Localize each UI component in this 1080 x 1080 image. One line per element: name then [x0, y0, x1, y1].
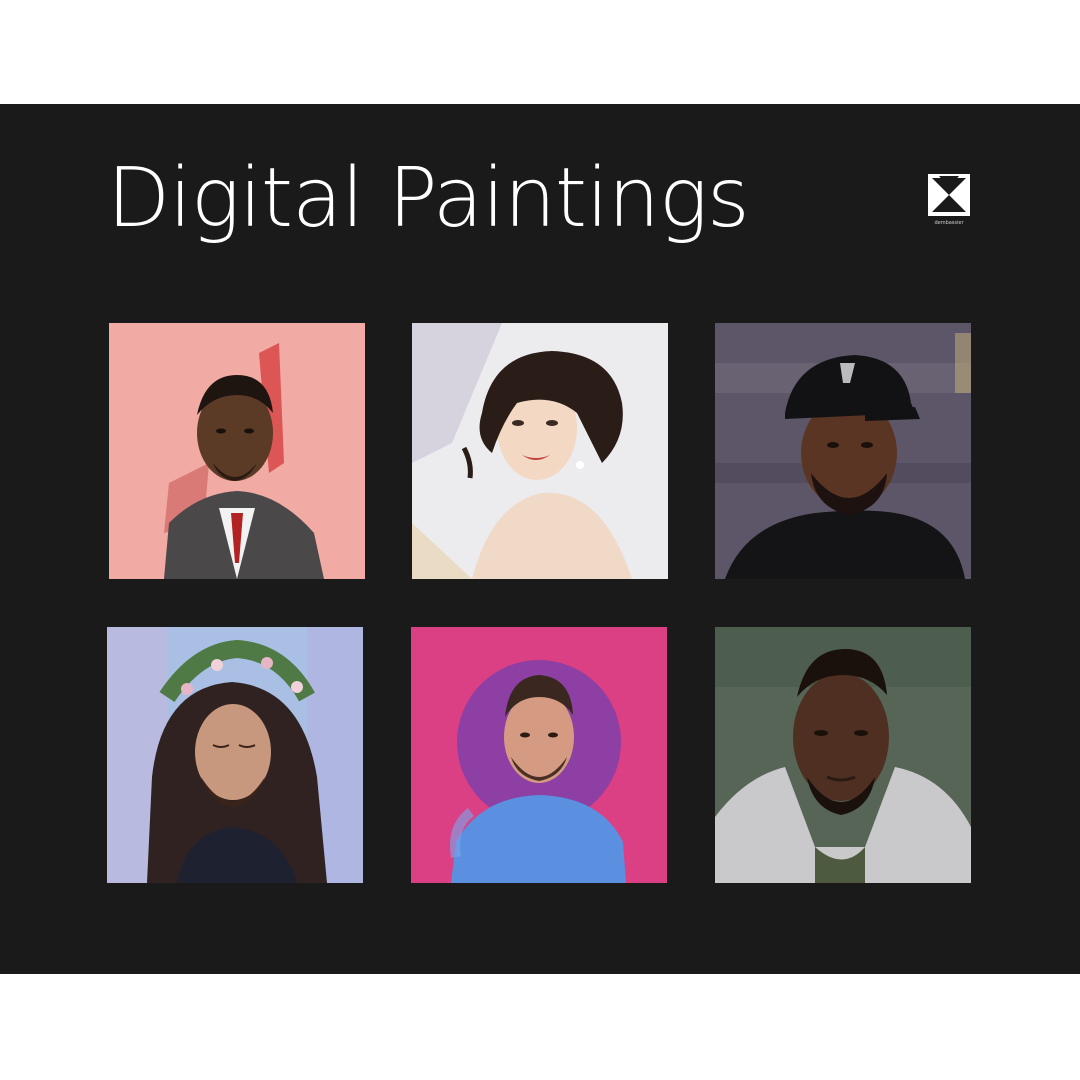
painting-thumbnail-2[interactable] — [412, 323, 668, 579]
portrait-painting-image — [107, 627, 363, 883]
painting-thumbnail-4[interactable] — [107, 627, 363, 883]
gallery-panel: Digital Paintings dembassier — [0, 104, 1080, 974]
portrait-painting-image — [109, 323, 365, 579]
page-title: Digital Paintings — [107, 151, 750, 246]
portrait-painting-image — [715, 323, 971, 579]
portrait-painting-image — [412, 323, 668, 579]
brand-logo-caption: dembassier — [934, 220, 964, 226]
painting-thumbnail-1[interactable] — [109, 323, 365, 579]
brand-logo-icon — [928, 174, 970, 216]
painting-thumbnail-6[interactable] — [715, 627, 971, 883]
portrait-painting-image — [715, 627, 971, 883]
portrait-painting-image — [411, 627, 667, 883]
painting-thumbnail-3[interactable] — [715, 323, 971, 579]
painting-thumbnail-5[interactable] — [411, 627, 667, 883]
